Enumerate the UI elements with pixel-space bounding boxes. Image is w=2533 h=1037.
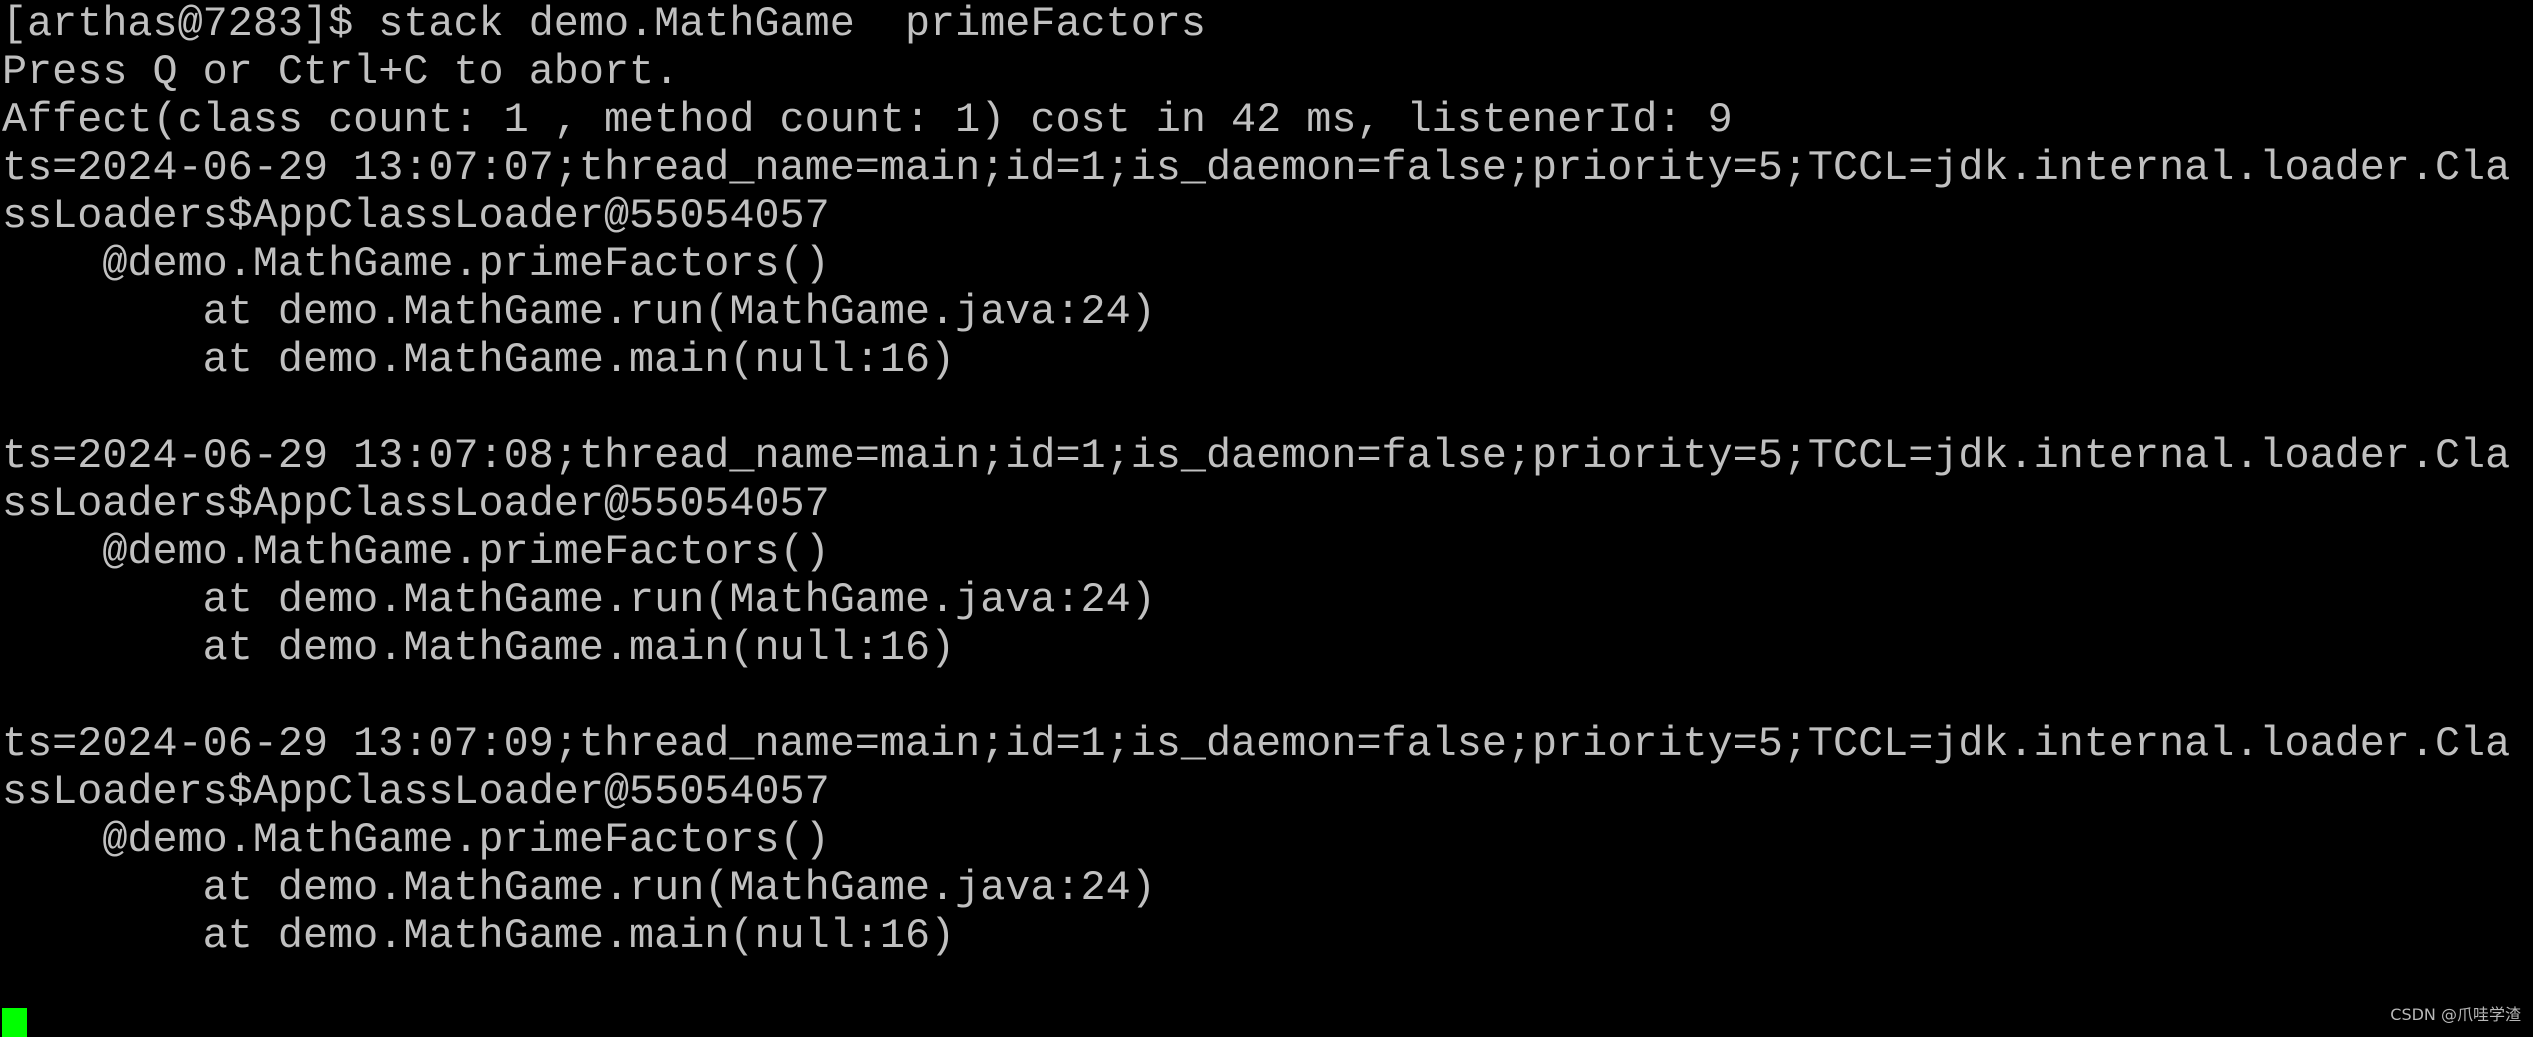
output-line: ssLoaders$AppClassLoader@55054057 <box>2 192 830 240</box>
output-line: ssLoaders$AppClassLoader@55054057 <box>2 768 830 816</box>
output-line: Press Q or Ctrl+C to abort. <box>2 48 680 96</box>
output-line: at demo.MathGame.run(MathGame.java:24) <box>2 576 1156 624</box>
output-line: ts=2024-06-29 13:07:08;thread_name=main;… <box>2 432 2511 480</box>
output-line: Affect(class count: 1 , method count: 1)… <box>2 96 1733 144</box>
output-line: ssLoaders$AppClassLoader@55054057 <box>2 480 830 528</box>
watermark: CSDN @爪哇学渣 <box>2390 1005 2521 1024</box>
output-line: ts=2024-06-29 13:07:09;thread_name=main;… <box>2 720 2511 768</box>
terminal-cursor <box>2 1008 27 1037</box>
output-line: @demo.MathGame.primeFactors() <box>2 528 830 576</box>
prompt-command-line: [arthas@7283]$ stack demo.MathGame prime… <box>2 0 1206 48</box>
output-line: ts=2024-06-29 13:07:07;thread_name=main;… <box>2 144 2511 192</box>
output-line: @demo.MathGame.primeFactors() <box>2 240 830 288</box>
input-line[interactable] <box>2 1008 2510 1037</box>
terminal-output[interactable]: [arthas@7283]$ stack demo.MathGame prime… <box>2 0 2510 1037</box>
output-line: at demo.MathGame.main(null:16) <box>2 336 956 384</box>
output-line: at demo.MathGame.main(null:16) <box>2 912 956 960</box>
output-line: at demo.MathGame.run(MathGame.java:24) <box>2 864 1156 912</box>
output-line: at demo.MathGame.main(null:16) <box>2 624 956 672</box>
output-line: @demo.MathGame.primeFactors() <box>2 816 830 864</box>
output-line: at demo.MathGame.run(MathGame.java:24) <box>2 288 1156 336</box>
